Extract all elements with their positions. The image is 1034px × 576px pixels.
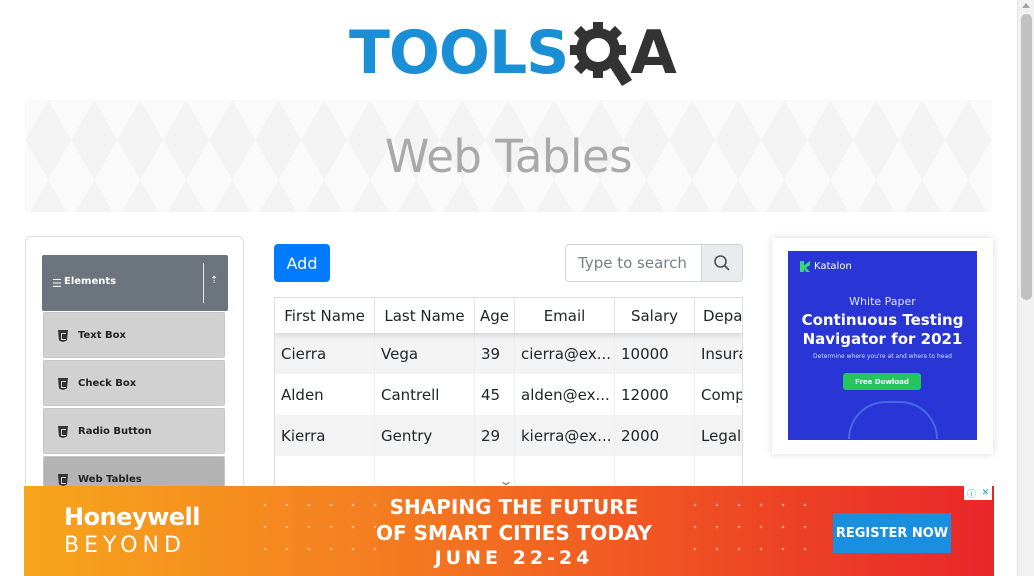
scroll-up-arrow-icon[interactable] — [1022, 3, 1030, 8]
toolsqa-logo[interactable]: TOOLS A — [349, 14, 677, 92]
column-header-first-name[interactable]: First Name — [275, 298, 375, 333]
sidebar-item-label: Check Box — [78, 378, 137, 389]
page-banner: Web Tables — [25, 100, 992, 212]
side-ad-creative[interactable]: Katalon White Paper Continuous Testing N… — [788, 251, 977, 440]
logo-a-letter: A — [630, 18, 676, 88]
table-row: Kierra Gentry 29 kierra@ex... 2000 Legal — [275, 415, 742, 456]
ad-headline-line1: Continuous Testing — [801, 311, 964, 329]
table-row: Alden Cantrell 45 alden@ex... 12000 Comp — [275, 374, 742, 415]
table-cell: Cierra — [275, 333, 375, 374]
close-icon[interactable]: ✕ — [982, 488, 990, 498]
table-cell: 29 — [475, 415, 515, 456]
ad-line-1: SHAPING THE FUTURE — [389, 495, 639, 519]
table-cell: 45 — [475, 374, 515, 415]
ad-headline: Continuous Testing Navigator for 2021 — [788, 311, 977, 349]
gear-magnifier-icon — [570, 22, 633, 86]
side-ad[interactable]: Katalon White Paper Continuous Testing N… — [772, 238, 993, 454]
katalon-logo: Katalon — [800, 261, 852, 272]
column-header-email[interactable]: Email — [515, 298, 615, 333]
ad-decoration — [848, 401, 938, 439]
menu-icon: ☰ — [52, 277, 62, 290]
collapse-up-icon[interactable]: ⇡ — [210, 275, 218, 286]
katalon-k-icon — [800, 261, 810, 272]
header-divider — [203, 263, 204, 303]
register-now-button[interactable]: REGISTER NOW — [833, 513, 951, 553]
table-cell: Cantrell — [375, 374, 475, 415]
logo-qa-text: A — [568, 18, 677, 88]
bottom-ad-banner[interactable]: Honeywell BEYOND SHAPING THE FUTURE OF S… — [24, 486, 994, 576]
table-cell: Legal — [701, 426, 742, 445]
table-cell: Kierra — [275, 415, 375, 456]
table-cell: Gentry — [375, 415, 475, 456]
table-cell: 12000 — [615, 374, 695, 415]
dot-pattern — [684, 494, 824, 568]
sidebar-item-check-box[interactable]: Check Box — [43, 360, 225, 406]
table-cell: alden@ex... — [515, 374, 615, 415]
table-cell: 10000 — [615, 333, 695, 374]
page: TOOLS A Web Tables ☰ Elements ⇡ Text Box… — [0, 0, 1034, 576]
column-header-last-name[interactable]: Last Name — [375, 298, 475, 333]
table-cell: kierra@ex... — [515, 415, 615, 456]
vertical-scrollbar[interactable] — [1017, 0, 1034, 576]
ad-headline-line2: Navigator for 2021 — [802, 330, 963, 348]
ad-line-2: OF SMART CITIES TODAY — [375, 521, 653, 545]
table-cell: Vega — [375, 333, 475, 374]
free-download-button[interactable]: Free Dowload — [843, 373, 921, 390]
column-header-salary[interactable]: Salary — [615, 298, 695, 333]
table-cell: 2000 — [615, 415, 695, 456]
sidebar-item-label: Text Box — [78, 330, 126, 341]
beyond-logo: BEYOND — [64, 533, 186, 558]
table-cell: Insura — [701, 344, 743, 363]
adchoices-info-icon[interactable]: ⓘ — [967, 487, 976, 500]
search-icon — [714, 255, 730, 271]
table-cell: 39 — [475, 333, 515, 374]
table-cell: Alden — [275, 374, 375, 415]
katalon-brand: Katalon — [814, 261, 852, 272]
ad-subtext: Determine where you're at and where to h… — [813, 353, 952, 360]
sidebar-group-title: Elements — [64, 276, 117, 287]
table-cell: cierra@ex... — [515, 333, 615, 374]
html5-icon — [58, 330, 68, 342]
honeywell-logo: Honeywell — [64, 503, 200, 531]
adchoices-badge[interactable]: ⓘ ✕ — [964, 486, 992, 500]
ad-line-3: JUNE 22-24 — [434, 547, 594, 569]
search-input[interactable] — [566, 245, 702, 281]
sidebar-item-radio-button[interactable]: Radio Button — [43, 408, 225, 454]
add-button[interactable]: Add — [274, 244, 330, 282]
page-title: Web Tables — [384, 129, 633, 183]
table-row: Cierra Vega 39 cierra@ex... 10000 Insura — [275, 333, 742, 374]
html5-icon — [58, 426, 68, 438]
search-box — [565, 244, 743, 282]
logo-tools-text: TOOLS — [349, 18, 569, 88]
sidebar-item-label: Radio Button — [78, 426, 152, 437]
html5-icon — [58, 378, 68, 390]
search-button[interactable] — [701, 245, 742, 281]
web-table: First Name Last Name Age Email Salary De… — [274, 297, 743, 497]
table-cell: Comp — [701, 385, 743, 404]
sidebar-group-elements[interactable]: ☰ Elements ⇡ — [42, 255, 228, 311]
sidebar-item-text-box[interactable]: Text Box — [43, 312, 225, 358]
scrollbar-thumb[interactable] — [1021, 14, 1032, 300]
html5-icon — [58, 474, 68, 486]
column-header-age[interactable]: Age — [475, 298, 515, 333]
table-header-row: First Name Last Name Age Email Salary De… — [275, 298, 742, 333]
column-header-department[interactable]: Depar — [695, 298, 742, 333]
ad-kicker: White Paper — [849, 295, 916, 308]
sidebar-item-label: Web Tables — [78, 474, 142, 485]
